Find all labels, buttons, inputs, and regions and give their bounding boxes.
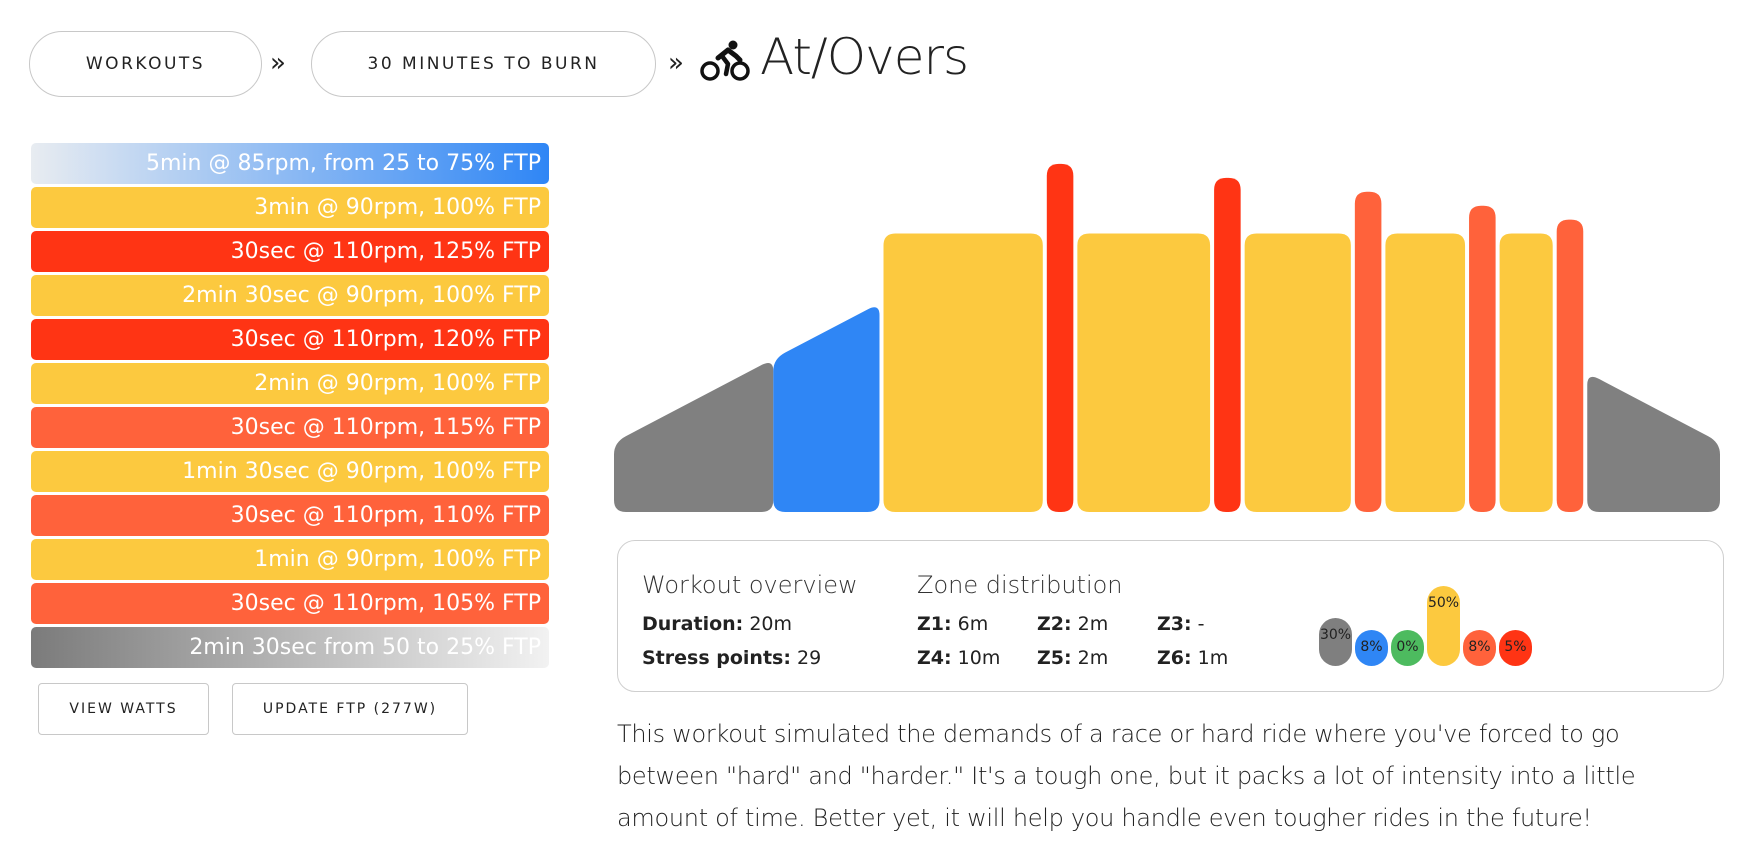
interval-label: 30sec @ 110rpm, 110% FTP <box>230 503 541 528</box>
zone-stat-label: Z4: <box>917 647 952 669</box>
profile-segment[interactable] <box>1469 205 1496 512</box>
zone-distribution-heading: Zone distribution <box>917 571 1123 599</box>
zone-stat-label: Z5: <box>1037 647 1072 669</box>
interval-label: 2min @ 90rpm, 100% FTP <box>254 371 541 396</box>
interval-item[interactable]: 30sec @ 110rpm, 105% FTP <box>31 583 549 624</box>
zone-stat-label: Z1: <box>917 613 952 635</box>
interval-item[interactable]: 30sec @ 110rpm, 125% FTP <box>31 231 549 272</box>
zone-stat-value: 2m <box>1071 647 1109 669</box>
workout-overview-card: Workout overview Duration: 20m Stress po… <box>617 540 1724 692</box>
view-watts-button[interactable]: VIEW WATTS <box>38 683 209 735</box>
interval-item[interactable]: 2min 30sec from 50 to 25% FTP <box>31 627 549 668</box>
zone-stat-value: 10m <box>951 647 1001 669</box>
profile-segment[interactable] <box>1214 177 1241 512</box>
zone-stat: Z6: 1m <box>1157 647 1228 669</box>
cyclist-icon <box>700 40 750 81</box>
breadcrumb-separator: » <box>270 48 286 78</box>
zone-stat: Z4: 10m <box>917 647 1000 669</box>
duration-value: 20m <box>749 613 792 635</box>
interval-label: 1min @ 90rpm, 100% FTP <box>254 547 541 572</box>
stress-label: Stress points: <box>642 647 791 669</box>
interval-item[interactable]: 30sec @ 110rpm, 120% FTP <box>31 319 549 360</box>
zone-stat: Z5: 2m <box>1037 647 1108 669</box>
interval-item[interactable]: 1min 30sec @ 90rpm, 100% FTP <box>31 451 549 492</box>
interval-label: 30sec @ 110rpm, 125% FTP <box>230 239 541 264</box>
interval-label: 30sec @ 110rpm, 120% FTP <box>230 327 541 352</box>
interval-item[interactable]: 2min 30sec @ 90rpm, 100% FTP <box>31 275 549 316</box>
interval-item[interactable]: 3min @ 90rpm, 100% FTP <box>31 187 549 228</box>
profile-segment[interactable] <box>1244 233 1351 512</box>
profile-segment[interactable] <box>614 362 774 512</box>
profile-segment[interactable] <box>773 307 880 512</box>
zone-stat: Z1: 6m <box>917 613 988 635</box>
workout-description: This workout simulated the demands of a … <box>617 720 1636 832</box>
profile-segment[interactable] <box>1077 233 1211 512</box>
update-ftp-button[interactable]: UPDATE FTP (277W) <box>232 683 468 735</box>
zone-bar-label: 50% <box>1428 595 1459 611</box>
profile-segment[interactable] <box>1046 163 1074 512</box>
interval-label: 3min @ 90rpm, 100% FTP <box>254 195 541 220</box>
zone-bar-label: 8% <box>1468 639 1490 655</box>
interval-item[interactable]: 30sec @ 110rpm, 115% FTP <box>31 407 549 448</box>
interval-label: 1min 30sec @ 90rpm, 100% FTP <box>182 459 541 484</box>
interval-item[interactable]: 30sec @ 110rpm, 110% FTP <box>31 495 549 536</box>
zone-distribution-bars: 30% 8% 0% 50% 8% 5% <box>1319 586 1532 666</box>
interval-label: 5min @ 85rpm, from 25 to 75% FTP <box>145 151 541 176</box>
zone-stat-label: Z2: <box>1037 613 1072 635</box>
zone-stat: Z2: 2m <box>1037 613 1108 635</box>
interval-label: 30sec @ 110rpm, 105% FTP <box>230 591 541 616</box>
zone-stat-value: - <box>1191 613 1205 635</box>
interval-label: 30sec @ 110rpm, 115% FTP <box>230 415 541 440</box>
profile-segment[interactable] <box>1587 376 1720 512</box>
zone-stat-value: 2m <box>1071 613 1109 635</box>
interval-item[interactable]: 2min @ 90rpm, 100% FTP <box>31 363 549 404</box>
profile-segment[interactable] <box>883 233 1043 512</box>
duration-stat: Duration: 20m <box>642 613 792 635</box>
interval-item[interactable]: 1min @ 90rpm, 100% FTP <box>31 539 549 580</box>
page-title: At/Overs <box>760 28 969 86</box>
zone-bar-label: 5% <box>1504 639 1526 655</box>
overview-heading: Workout overview <box>642 571 858 599</box>
workout-profile-chart <box>614 163 1720 512</box>
zone-stat: Z3: - <box>1157 613 1205 635</box>
zone-stat-label: Z6: <box>1157 647 1192 669</box>
zone-bar-label: 30% <box>1320 627 1351 643</box>
profile-segment[interactable] <box>1385 233 1466 512</box>
zone-bar-label: 8% <box>1360 639 1382 655</box>
duration-label: Duration: <box>642 613 744 635</box>
zone-bar-label: 0% <box>1396 639 1418 655</box>
zone-stat-value: 1m <box>1191 647 1229 669</box>
stress-stat: Stress points: 29 <box>642 647 821 669</box>
profile-segment[interactable] <box>1556 219 1584 512</box>
interval-item[interactable]: 5min @ 85rpm, from 25 to 75% FTP <box>31 143 549 184</box>
interval-list: 5min @ 85rpm, from 25 to 75% FTP 3min @ 9… <box>31 143 549 671</box>
zone-stat-label: Z3: <box>1157 613 1192 635</box>
profile-segment[interactable] <box>1499 233 1553 512</box>
breadcrumb-30-minutes-to-burn[interactable]: 30 MINUTES TO BURN <box>311 31 656 97</box>
interval-label: 2min 30sec @ 90rpm, 100% FTP <box>182 283 541 308</box>
zone-stat-value: 6m <box>951 613 989 635</box>
interval-label: 2min 30sec from 50 to 25% FTP <box>189 635 541 660</box>
breadcrumb-separator: » <box>668 48 684 78</box>
stress-value: 29 <box>797 647 822 669</box>
profile-segment[interactable] <box>1354 191 1382 512</box>
breadcrumb-workouts[interactable]: WORKOUTS <box>29 31 262 97</box>
